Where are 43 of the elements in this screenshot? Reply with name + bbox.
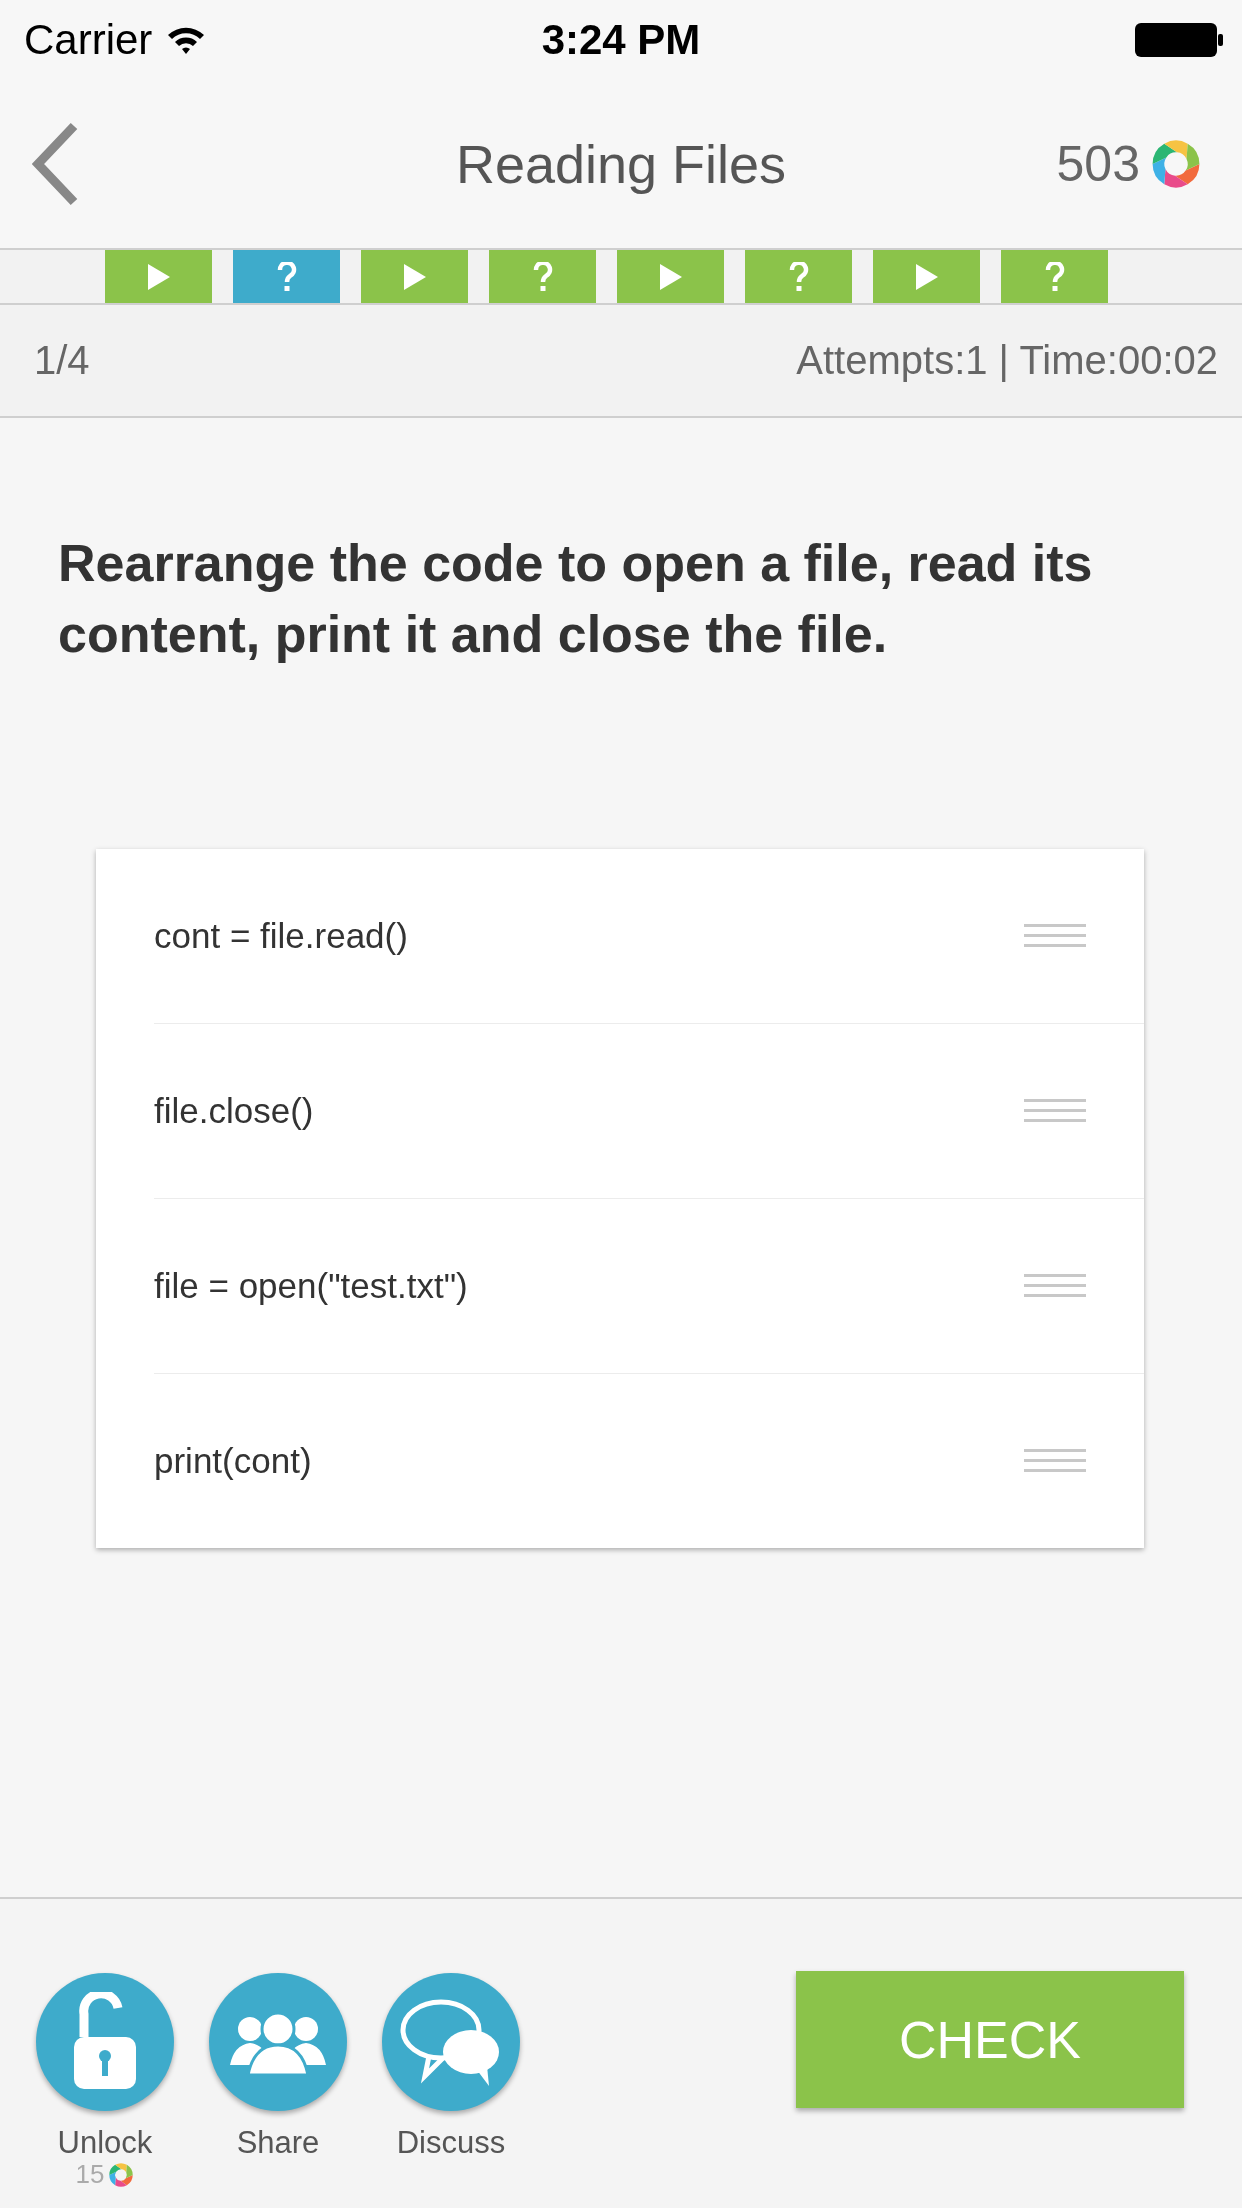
drag-handle-icon[interactable] [1024, 924, 1086, 949]
logo-icon [108, 2161, 135, 2188]
back-icon[interactable] [32, 122, 78, 206]
question-text: Rearrange the code to open a file, read its content, print it and close the file. [58, 533, 1094, 665]
logo-icon [1150, 138, 1202, 190]
battery-icon [1134, 22, 1224, 58]
code-row[interactable]: file.close() [154, 1024, 1144, 1200]
question-icon [1044, 261, 1065, 292]
code-line: file = open("test.txt") [154, 1266, 468, 1307]
question-icon [532, 261, 553, 292]
code-line: print(cont) [154, 1441, 312, 1482]
progress-step[interactable] [233, 250, 340, 303]
attempts-time: Attempts:1 | Time:00:02 [796, 338, 1218, 383]
code-line: file.close() [154, 1091, 314, 1132]
progress-step[interactable] [745, 250, 852, 303]
unlock-cost: 15 [75, 2159, 105, 2190]
code-line: cont = file.read() [154, 916, 408, 957]
carrier-name: Carrier [24, 16, 153, 64]
progress-step[interactable] [617, 250, 724, 303]
progress-step[interactable] [489, 250, 596, 303]
drag-handle-icon[interactable] [1024, 1099, 1086, 1124]
code-row[interactable]: print(cont) [154, 1374, 1144, 1549]
drag-handle-icon[interactable] [1024, 1274, 1086, 1299]
question-icon [276, 261, 297, 292]
question-icon [788, 261, 809, 292]
progress-step[interactable] [361, 250, 468, 303]
progress-step[interactable] [873, 250, 980, 303]
status-time: 3:24 PM [541, 16, 701, 64]
lesson-title: Reading Files [455, 133, 787, 195]
action-label: Share [236, 2125, 320, 2161]
play-icon [659, 263, 682, 290]
play-icon [147, 263, 170, 290]
play-icon [403, 263, 426, 290]
code-row[interactable]: file = open("test.txt") [154, 1199, 1144, 1375]
play-icon [915, 263, 938, 290]
action-label: Discuss [396, 2125, 506, 2161]
wifi-icon [166, 25, 207, 55]
progress-step[interactable] [1001, 250, 1108, 303]
drag-handle-icon[interactable] [1024, 1449, 1086, 1474]
code-row[interactable]: cont = file.read() [154, 849, 1144, 1025]
action-label: Unlock [57, 2125, 153, 2161]
points-count: 503 [1056, 135, 1140, 193]
progress-step[interactable] [105, 250, 212, 303]
